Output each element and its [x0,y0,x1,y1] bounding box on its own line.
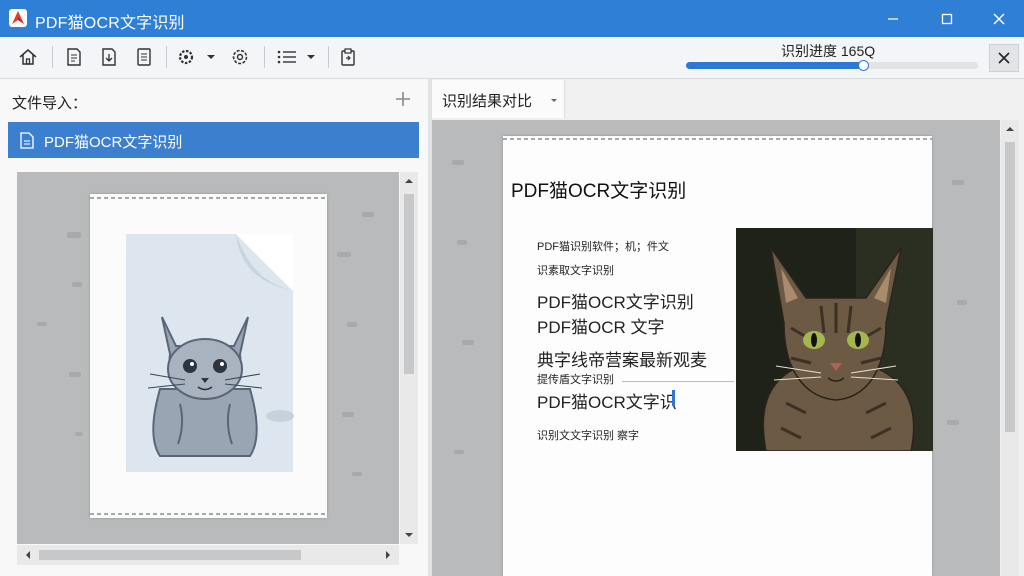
title-bar: PDF猫OCR文字识别 [0,0,1024,37]
tab-result-compare[interactable]: 识别结果对比 [432,80,565,118]
settings-dropdown-button[interactable] [176,44,218,70]
export-button[interactable] [97,44,121,70]
page-border-dashes [503,138,932,140]
scroll-thumb[interactable] [404,194,414,374]
ocr-title: PDF猫OCR文字识别 [511,181,687,202]
clipboard-button[interactable] [336,44,360,70]
scroll-left-icon [26,551,30,559]
app-title: PDF猫OCR文字识别 [35,15,185,32]
minimize-icon [888,17,898,20]
home-icon [19,49,37,65]
add-file-button[interactable] [392,88,414,110]
ocr-line-7: PDF猫OCR文字识 [537,393,677,412]
left-vertical-scrollbar[interactable] [400,172,418,544]
clipboard-icon [341,48,355,66]
ocr-line-8: 识别文文字识别 察字 [537,430,640,442]
close-icon [998,52,1010,64]
ocr-line-5: 典字线帝营案最新观麦 [537,351,707,370]
list-dropdown-icon [277,50,315,64]
ocr-line-2: 识素取文字识别 [537,265,614,277]
minimize-button[interactable] [870,4,916,33]
scroll-up-icon [1006,127,1014,131]
settings-dropdown-icon [178,49,215,65]
cat-document-illustration [90,197,327,515]
gear-icon [232,49,248,65]
app-logo-icon [9,9,27,27]
tab-label: 识别结果对比 [442,93,533,110]
progress-bar [686,62,978,69]
document-icon [137,48,151,66]
document-page-preview [90,194,327,518]
scroll-down-icon [405,533,413,537]
document-button[interactable] [132,44,156,70]
pages-icon [67,48,81,66]
close-button[interactable] [976,4,1022,33]
pages-button[interactable] [62,44,86,70]
scroll-right-icon [386,551,390,559]
gear-button[interactable] [228,44,252,70]
close-icon [993,13,1005,24]
chevron-down-icon [551,99,557,102]
ocr-line-6: 提传盾文字识别 [537,374,614,386]
ocr-line-4: PDF猫OCR 文字 [537,318,665,337]
scroll-thumb[interactable] [39,550,301,560]
progress-handle[interactable] [858,60,869,71]
list-dropdown-button[interactable] [274,44,320,70]
scroll-thumb[interactable] [1005,142,1015,432]
toolbar-separator [264,46,265,68]
cat-photo [736,228,933,451]
text-cursor-line [622,381,734,382]
ocr-line-3: PDF猫OCR文字识别 [537,293,694,312]
cat-photo-image [736,228,933,451]
text-caret [672,390,675,406]
maximize-button[interactable] [924,4,970,33]
export-icon [102,48,116,66]
file-name: PDF猫OCR文字识别 [44,134,183,151]
import-label: 文件导入： [12,95,88,112]
plus-icon [396,92,410,106]
progress-label: 识别进度 165Q [781,43,876,59]
right-vertical-scrollbar[interactable] [1001,120,1019,576]
progress-close-button[interactable] [989,44,1019,72]
home-button[interactable] [15,44,41,70]
toolbar-separator [166,46,167,68]
toolbar-separator [52,46,53,68]
ocr-line-1: PDF猫识别软件；机；件文 [537,241,669,253]
toolbar-separator [328,46,329,68]
left-horizontal-scrollbar[interactable] [17,545,399,565]
file-list-item[interactable]: PDF猫OCR文字识别 [8,122,419,158]
file-icon [20,132,34,149]
maximize-icon [941,13,953,24]
scroll-up-icon [405,179,413,183]
progress-bar-fill [686,62,862,69]
